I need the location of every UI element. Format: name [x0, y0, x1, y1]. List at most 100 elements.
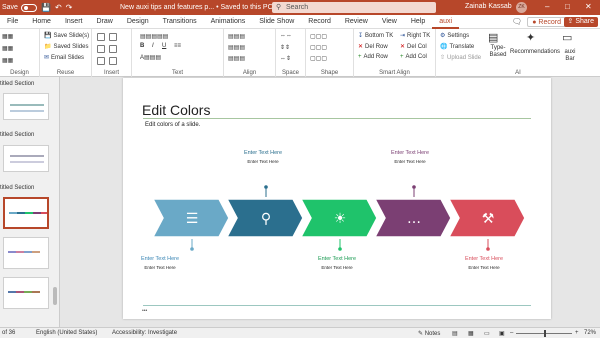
bold-icon[interactable]: B — [140, 43, 144, 49]
save-icon[interactable]: 💾 — [41, 3, 51, 12]
slideshow-icon[interactable]: ▣ — [499, 330, 505, 337]
slide-thumbnail[interactable] — [3, 145, 49, 172]
maximize-button[interactable]: □ — [565, 2, 570, 11]
slide-sorter-icon[interactable]: ▦ — [468, 330, 474, 337]
thumbnail-scrollbar[interactable] — [53, 287, 57, 305]
zoom-out-button[interactable]: – — [510, 330, 513, 336]
tab-slide-show[interactable]: Slide Show — [252, 15, 301, 29]
comment-icon[interactable]: 🗨 — [512, 17, 522, 26]
step-5-caption[interactable]: Enter Text Here Enter Text Here — [449, 256, 519, 270]
tab-design[interactable]: Design — [120, 15, 156, 29]
user-name[interactable]: Zainab Kassab — [465, 3, 512, 10]
align-text-icon[interactable]: ≡≡ — [174, 43, 181, 49]
notes-button[interactable]: ✎ Notes — [418, 330, 440, 337]
tab-file[interactable]: File — [0, 15, 25, 29]
zoom-in-button[interactable]: + — [575, 330, 579, 336]
zoom-slider[interactable] — [516, 330, 572, 337]
reading-view-icon[interactable]: ▭ — [484, 330, 490, 337]
language-status[interactable]: English (United States) — [36, 330, 97, 336]
avatar[interactable]: ZK — [516, 2, 527, 13]
normal-view-icon[interactable]: ▤ — [452, 330, 458, 337]
share-button[interactable]: ⇪ Share — [563, 17, 598, 27]
minimize-button[interactable]: – — [545, 2, 549, 11]
section-label[interactable]: titled Section — [0, 132, 34, 138]
slide[interactable]: Edit Colors Edit colors of a slide. ☰ ⚲ ☀…… — [123, 78, 551, 319]
step-4-caption[interactable]: Enter Text Here Enter Text Here — [375, 150, 445, 164]
align-right-icon[interactable]: ▤▤▤ — [228, 55, 245, 62]
auxi-bar-button[interactable]: auxi Bar — [560, 49, 580, 63]
autosave-toggle[interactable] — [20, 3, 37, 12]
space-equal-icon[interactable]: ⇔⇕ — [280, 55, 291, 62]
tab-animations[interactable]: Animations — [204, 15, 253, 29]
insert-text-icon[interactable] — [109, 57, 117, 65]
tab-view[interactable]: View — [375, 15, 404, 29]
tab-insert[interactable]: Insert — [58, 15, 90, 29]
recommendations-button[interactable]: Recommendations — [510, 49, 560, 55]
document-title[interactable]: New auxi tips and features p... • Saved … — [120, 3, 280, 11]
right-tk-icon: ⇥ — [400, 33, 406, 39]
slide-thumbnail-selected[interactable] — [3, 197, 49, 229]
add-row-button[interactable]: + Add Row — [358, 54, 388, 60]
slide-thumbnail[interactable] — [3, 277, 49, 309]
saved-slides-button[interactable]: 📁 Saved Slides — [44, 43, 89, 50]
accessibility-status[interactable]: Accessibility: Investigate — [112, 330, 177, 336]
bottom-tk-button[interactable]: ↧ Bottom TK — [358, 32, 393, 39]
underline-icon[interactable]: U — [162, 43, 166, 49]
email-slides-button[interactable]: ✉ Email Slides — [44, 54, 84, 61]
step-1-sub: Enter Text Here — [144, 265, 176, 270]
del-col-button[interactable]: ✕ Del Col — [400, 43, 427, 50]
share-label: Share — [575, 18, 594, 25]
upload-slide-button[interactable]: ⇧ Upload Slide — [440, 54, 481, 61]
slide-thumbnail[interactable] — [3, 93, 49, 120]
undo-icon[interactable]: ↶ — [55, 3, 62, 12]
step-3-caption[interactable]: Enter Text Here Enter Text Here — [302, 256, 372, 270]
redo-icon[interactable]: ↷ — [66, 3, 73, 12]
recommendations-icon[interactable]: ✦ — [526, 31, 535, 44]
translate-button[interactable]: 🌐 Translate — [440, 43, 474, 50]
step-1-caption[interactable]: Enter Text Here Enter Text Here — [125, 256, 195, 270]
insert-icon-icon[interactable] — [97, 57, 105, 65]
shape-fill-icon[interactable]: ▢▢▢ — [310, 44, 327, 51]
save-slides-button[interactable]: 💾 Save Slide(s) — [44, 32, 89, 39]
step-2-caption[interactable]: Enter Text Here Enter Text Here — [228, 150, 298, 164]
shape-size-icon[interactable]: ▢▢▢ — [310, 33, 327, 40]
slide-thumbnail[interactable] — [3, 237, 49, 269]
footer-dots: ••• — [142, 308, 148, 314]
layout-icon[interactable]: ▦▦ — [2, 33, 13, 40]
format-icon[interactable]: ▦▦ — [2, 45, 13, 52]
tab-home[interactable]: Home — [25, 15, 58, 29]
tab-draw[interactable]: Draw — [89, 15, 119, 29]
tab-auxi[interactable]: auxi — [432, 15, 460, 29]
zoom-level[interactable]: 72% — [584, 330, 596, 336]
insert-shape-icon[interactable] — [97, 33, 105, 41]
insert-table-icon[interactable] — [109, 33, 117, 41]
italic-icon[interactable]: I — [152, 43, 154, 49]
shape-outline-icon[interactable]: ▢▢▢ — [310, 55, 327, 62]
space-horizontal-icon[interactable]: ⇔⇔ — [280, 33, 292, 39]
tab-transitions[interactable]: Transitions — [156, 15, 204, 29]
settings-button[interactable]: ⚙ Settings — [440, 32, 469, 39]
del-row-button[interactable]: ✕ Del Row — [358, 43, 388, 50]
tab-help[interactable]: Help — [404, 15, 432, 29]
insert-image-icon[interactable] — [109, 45, 117, 53]
search-box[interactable]: ⚲ Search — [272, 2, 436, 13]
theme-icon[interactable]: ▦▦ — [2, 57, 13, 64]
right-tk-button[interactable]: ⇥ Right TK — [400, 32, 430, 39]
insert-chart-icon[interactable] — [97, 45, 105, 53]
add-col-button[interactable]: + Add Col — [400, 54, 427, 60]
text-color-icon[interactable]: A▤▤▤ — [140, 54, 161, 61]
type-based-button[interactable]: Type-Based — [486, 45, 510, 59]
auxi-bar-icon[interactable]: ▭ — [562, 31, 572, 44]
type-based-icon[interactable]: ▤ — [488, 31, 498, 44]
tab-record[interactable]: Record — [301, 15, 338, 29]
tab-review[interactable]: Review — [338, 15, 375, 29]
space-vertical-icon[interactable]: ⇕⇕ — [280, 44, 290, 51]
connector-dot — [486, 247, 490, 251]
align-left-icon[interactable]: ▤▤▤ — [228, 33, 245, 40]
section-label[interactable]: titled Section — [0, 81, 34, 87]
close-button[interactable]: ✕ — [585, 2, 592, 11]
font-size-icon[interactable]: ▤▤▤▤▤ — [140, 33, 168, 40]
section-label[interactable]: titled Section — [0, 185, 34, 191]
record-button[interactable]: ● Record — [527, 17, 566, 27]
align-center-icon[interactable]: ▤▤▤ — [228, 44, 245, 51]
